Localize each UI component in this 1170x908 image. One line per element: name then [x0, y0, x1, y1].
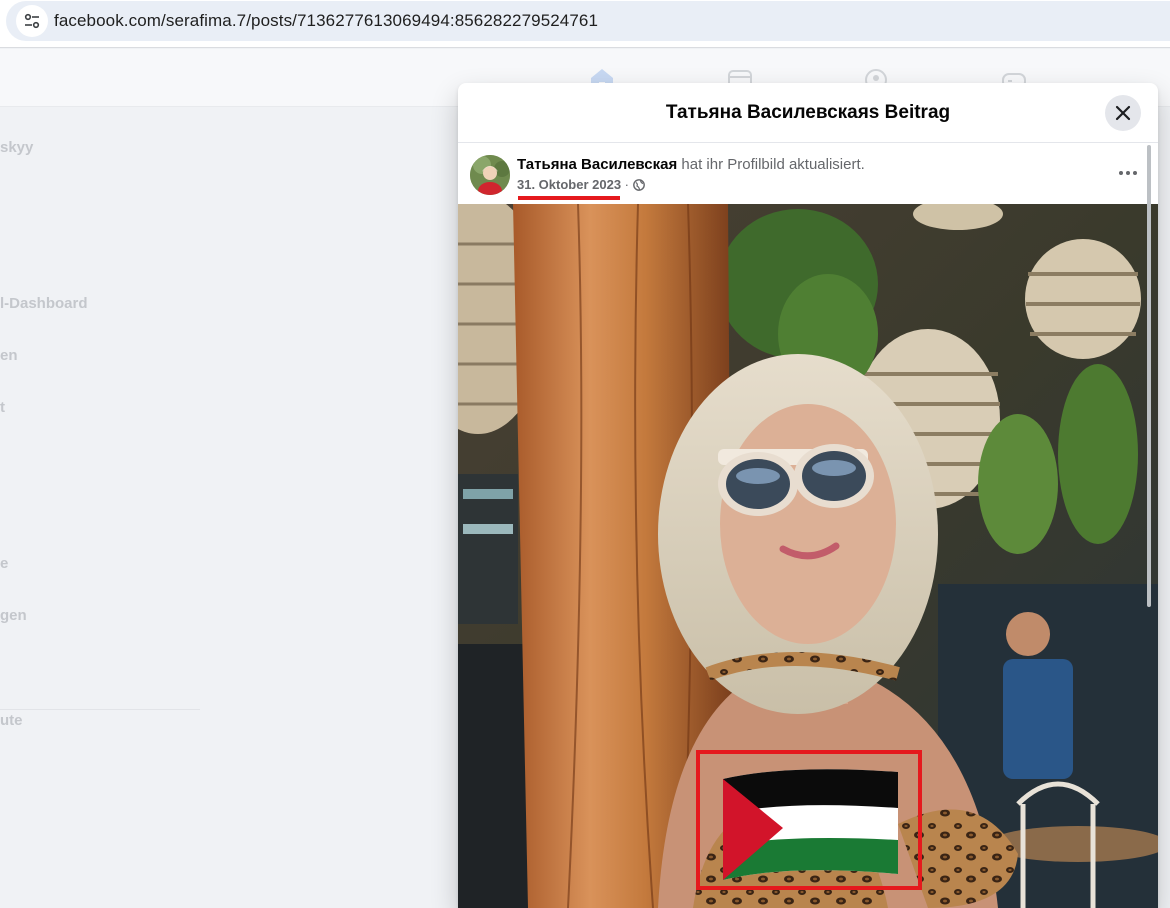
- sidebar-item[interactable]: l-Dashboard: [0, 295, 88, 312]
- sidebar-item[interactable]: ute: [0, 712, 23, 729]
- scrollbar-thumb[interactable]: [1147, 145, 1151, 607]
- site-settings-icon[interactable]: [16, 5, 48, 37]
- post-date[interactable]: 31. Oktober 2023: [517, 177, 621, 192]
- more-dot-icon: [1119, 171, 1123, 175]
- flag-sticker: [723, 769, 898, 880]
- profile-photo-image: [458, 204, 1158, 908]
- author-name[interactable]: Татьяна Василевская: [517, 156, 677, 173]
- modal-header: Татьяна Василевскаяs Beitrag: [458, 83, 1158, 143]
- post-header: Татьяна Василевская hat ihr Profilbild a…: [458, 144, 1158, 204]
- sidebar-item[interactable]: skyy: [0, 139, 33, 156]
- date-highlight-underline: [518, 196, 620, 200]
- close-icon: [1115, 105, 1131, 121]
- sidebar-item[interactable]: gen: [0, 607, 27, 624]
- post-meta: 31. Oktober 2023 ·: [517, 177, 645, 192]
- sidebar-item[interactable]: t: [0, 399, 5, 416]
- close-button[interactable]: [1105, 95, 1141, 131]
- globe-icon: [632, 178, 645, 191]
- left-sidebar: skyy l-Dashboard en t e gen ute: [0, 107, 460, 908]
- post-action-text: hat ihr Profilbild aktualisiert.: [677, 156, 865, 173]
- more-dot-icon: [1133, 171, 1137, 175]
- modal-title: Татьяна Василевскаяs Beitrag: [665, 102, 951, 123]
- meta-separator: ·: [621, 177, 633, 192]
- url-text[interactable]: facebook.com/serafima.7/posts/7136277613…: [54, 11, 598, 31]
- browser-toolbar: facebook.com/serafima.7/posts/7136277613…: [0, 0, 1170, 48]
- post-photo[interactable]: [458, 204, 1158, 908]
- sidebar-item[interactable]: en: [0, 347, 18, 364]
- post-byline: Татьяна Василевская hat ihr Profilbild a…: [517, 156, 865, 173]
- avatar[interactable]: [470, 155, 510, 195]
- more-options-button[interactable]: [1114, 163, 1142, 183]
- sidebar-item[interactable]: e: [0, 555, 8, 572]
- more-dot-icon: [1126, 171, 1130, 175]
- post-modal: Татьяна Василевскаяs Beitrag Татьяна Вас…: [458, 83, 1158, 908]
- sidebar-divider: [0, 709, 200, 710]
- modal-scrollbar[interactable]: [1144, 145, 1154, 908]
- address-bar[interactable]: facebook.com/serafima.7/posts/7136277613…: [6, 1, 1170, 41]
